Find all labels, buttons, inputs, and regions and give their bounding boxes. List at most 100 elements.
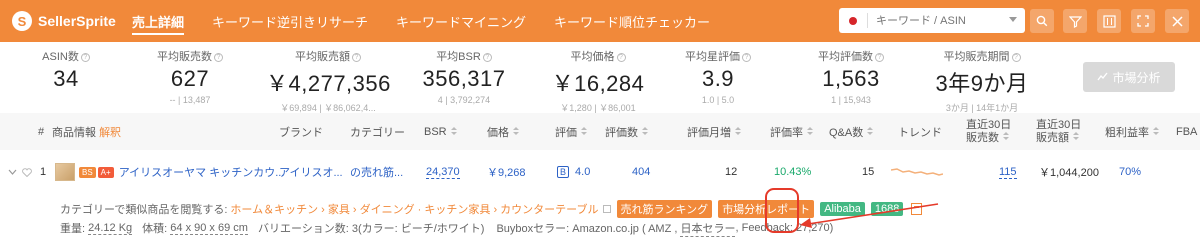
sort-icon (867, 127, 874, 136)
logo[interactable]: S SellerSprite (12, 11, 122, 31)
chart-icon (1097, 72, 1108, 81)
stat-asin-count: ASIN数? 34 (40, 48, 92, 92)
close-icon (1171, 15, 1183, 27)
jp-flag-icon[interactable] (849, 16, 857, 25)
help-icon: ? (80, 53, 90, 62)
expand-button[interactable] (1131, 9, 1155, 33)
help-icon: ? (1011, 53, 1021, 62)
col-brand: ブランド (279, 126, 323, 139)
sort-icon (581, 127, 587, 136)
market-analysis-button[interactable]: 市場分析 (1083, 62, 1175, 92)
sort-icon (642, 127, 648, 136)
rating-grade-badge: B (557, 166, 570, 178)
nav-reverse-keyword[interactable]: キーワード逆引きリサーチ (212, 0, 368, 42)
bestseller-ranking-button[interactable]: 売れ筋ランキング (616, 200, 713, 218)
table-header: # 商品情報 解釈 ブランド カテゴリー BSR 価格 評価 評価数 評価月増 … (0, 113, 1200, 150)
sort-icon (735, 127, 741, 136)
stat-avg-rating: 平均星評価? 3.9 1.0 | 5.0 (676, 48, 760, 105)
sort-icon (513, 127, 519, 136)
search-button[interactable] (1030, 9, 1054, 33)
sales30-value[interactable]: 115 (999, 166, 1017, 179)
favorite-heart-icon[interactable] (22, 152, 32, 192)
product-attributes-line: 重量: 24.12 Kg 体積: 64 x 90 x 69 cm バリエーション… (60, 220, 834, 237)
nav-keyword-mining[interactable]: キーワードマイニング (396, 0, 526, 42)
sort-icon (1003, 131, 1009, 141)
col-rating[interactable]: 評価 (555, 113, 587, 150)
col-trend: トレンド (898, 126, 942, 139)
col-rating-growth[interactable]: 評価月増 (687, 113, 741, 150)
col-sales30[interactable]: 直近30日 販売数 (966, 113, 1011, 150)
expand-icon (1137, 15, 1149, 27)
col-product: 商品情報 解釈 (52, 113, 121, 150)
logo-text: SellerSprite (38, 13, 116, 29)
columns-button[interactable] (1097, 9, 1121, 33)
col-fba: FBA (1176, 125, 1198, 138)
nav-keyword-rank[interactable]: キーワード順位チェッカー (554, 0, 710, 42)
category-path-link[interactable]: ホーム＆キッチン › 家具 › ダイニング · キッチン家具 › カウンターテー… (230, 201, 598, 217)
sort-icon (1153, 127, 1159, 136)
col-reviews[interactable]: 評価数 (605, 113, 648, 150)
stat-avg-revenue: 平均販売額? ￥4,277,356 ￥69,894 | ￥86,062,4... (266, 51, 391, 113)
external-link-icon[interactable] (602, 205, 611, 213)
filter-button[interactable] (1063, 9, 1087, 33)
columns-icon (1102, 14, 1116, 28)
help-icon: ? (214, 53, 223, 62)
sort-icon (807, 127, 813, 136)
col-bsr[interactable]: BSR (424, 113, 457, 150)
col-index: # (38, 125, 45, 138)
col-margin[interactable]: 粗利益率 (1105, 113, 1159, 150)
explain-link[interactable]: 解釈 (99, 124, 121, 140)
stat-avg-bsr: 平均BSR? 356,317 4 | 3,792,274 (422, 51, 506, 105)
chevron-down-icon[interactable] (1009, 17, 1017, 22)
variation-info: バリエーション数: 3(カラー: ビーチ/ホワイト) (257, 223, 485, 235)
col-rating-rate[interactable]: 評価率 (770, 113, 813, 150)
annotation-circle (765, 188, 799, 233)
main-nav: 売上詳細 キーワード逆引きリサーチ キーワードマイニング キーワード順位チェッカ… (132, 0, 738, 42)
product-title-link[interactable]: アイリスオーヤマ キッチンカウ... (119, 164, 285, 180)
price-value: ￥9,268 (487, 167, 526, 179)
help-icon: ? (352, 53, 361, 62)
stat-avg-sales: 平均販売数? 627 -- | 13,487 (140, 48, 240, 105)
help-icon: ? (875, 53, 884, 62)
product-cell[interactable]: BS A+ アイリスオーヤマ キッチンカウ... (55, 152, 284, 192)
brand-link[interactable]: アイリスオ... (279, 152, 343, 192)
search-box (839, 8, 1025, 33)
table-row: 1 BS A+ アイリスオーヤマ キッチンカウ... アイリスオ... の売れ筋… (0, 152, 1200, 192)
stat-avg-reviews: 平均評価数? 1,563 1 | 15,943 (806, 48, 896, 105)
expand-row-icon[interactable] (8, 152, 17, 192)
qa-value: 15 (862, 166, 875, 178)
filter-icon (1068, 15, 1082, 28)
category-prefix: カテゴリーで類似商品を閲覧する: (60, 204, 228, 216)
sort-icon (1073, 131, 1079, 141)
annotation-arrow (800, 203, 939, 228)
trend-sparkline[interactable] (891, 152, 943, 192)
category-link[interactable]: の売れ筋... (350, 152, 403, 192)
row-index: 1 (40, 166, 47, 178)
sort-icon (450, 127, 457, 136)
rating-rate-value: 10.43% (774, 166, 812, 178)
help-icon: ? (742, 53, 751, 62)
summary-stats: ASIN数? 34 平均販売数? 627 -- | 13,487 平均販売額? … (0, 48, 1200, 113)
bsr-value[interactable]: 24,370 (426, 166, 460, 179)
size-value: 64 x 90 x 69 cm (170, 221, 248, 235)
buybox-prefix: Buyboxセラー: Amazon.co.jp ( AMZ , (496, 223, 678, 235)
rating-value: 4.0 (575, 166, 591, 178)
nav-sales-detail[interactable]: 売上詳細 (132, 0, 185, 42)
buybox-seller: 日本セラー (680, 220, 736, 237)
help-icon: ? (616, 53, 626, 62)
col-qa[interactable]: Q&A数 (829, 113, 874, 150)
aplus-badge: A+ (97, 166, 114, 178)
rating-cell: B 4.0 (557, 152, 590, 192)
stat-avg-price: 平均価格? ￥16,284 ￥1,280 | ￥86,001 (551, 51, 645, 113)
search-icon (1036, 15, 1048, 27)
help-icon: ? (482, 53, 492, 62)
weight-value: 24.12 Kg (88, 221, 133, 235)
reviews-value[interactable]: 404 (632, 152, 650, 192)
col-revenue30[interactable]: 直近30日 販売額 (1036, 113, 1081, 150)
margin-value: 70% (1119, 166, 1142, 178)
search-input[interactable] (876, 14, 996, 27)
product-thumbnail[interactable] (55, 163, 75, 181)
close-button[interactable] (1165, 9, 1189, 33)
stat-avg-sales-period: 平均販売期間? 3年9か月 3か月 | 14年1か月 (935, 51, 1029, 113)
col-price[interactable]: 価格 (487, 113, 519, 150)
